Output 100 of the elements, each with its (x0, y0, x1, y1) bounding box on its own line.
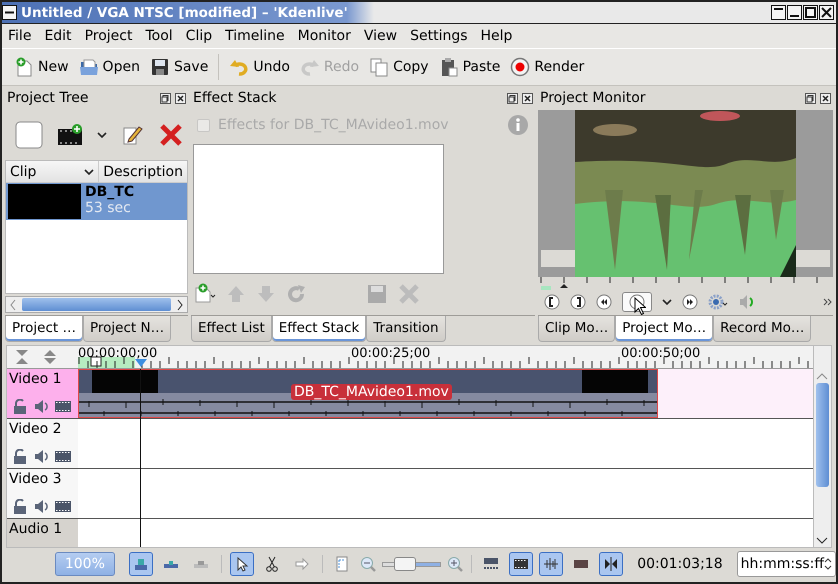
tool-button[interactable] (230, 552, 254, 576)
vertical-scrollbar[interactable] (813, 346, 831, 547)
film-strip-icon[interactable] (55, 398, 71, 414)
maximize-button[interactable] (803, 5, 818, 20)
toolbar-button[interactable]: Save (146, 54, 212, 80)
panel-tab[interactable]: Record Mo… (713, 316, 812, 342)
menu-item[interactable]: File (8, 28, 32, 44)
clip-duration: 53 sec (85, 200, 132, 216)
window-menu-button[interactable] (2, 5, 17, 20)
waveform-icon (543, 556, 560, 572)
track-header[interactable]: Video 1 (7, 369, 78, 418)
record-icon (510, 57, 530, 77)
close-button[interactable] (819, 5, 834, 20)
ruler-timecode: 00:00:00;00 (78, 346, 158, 361)
float-button[interactable] (507, 92, 518, 104)
ruler-timecode: 00:00:50;00 (621, 346, 700, 361)
menu-item[interactable]: Tool (145, 28, 173, 44)
copy-pages-icon (369, 57, 390, 77)
toolbar-button[interactable]: Render (506, 54, 588, 80)
spacer-arrow-icon (294, 556, 310, 572)
gear-icon[interactable] (708, 294, 728, 310)
caret-icon[interactable] (97, 131, 107, 139)
forward-icon[interactable] (682, 294, 698, 310)
menu-item[interactable]: Clip (186, 28, 212, 44)
spin-arrows-icon (824, 557, 832, 571)
timecode-format-spinbox[interactable]: hh:mm:ss:ff (736, 551, 836, 577)
menu-item[interactable]: Help (480, 28, 512, 44)
toolbar-button[interactable]: New (10, 54, 73, 80)
zoom-out-icon[interactable] (360, 556, 376, 572)
more-icon[interactable] (823, 297, 833, 307)
track-name: Video 2 (9, 421, 63, 437)
timeline-clip[interactable]: DB_TC_MAvideo1.mov (78, 369, 658, 418)
tool-button[interactable] (509, 552, 534, 576)
delete-icon[interactable] (159, 123, 183, 147)
lock-icon[interactable] (13, 448, 27, 464)
column-header[interactable]: Clip (6, 161, 100, 182)
close-button[interactable] (522, 92, 533, 104)
folder-icon (78, 57, 99, 77)
zoom-slider[interactable] (382, 557, 441, 571)
menu-item[interactable]: Timeline (225, 28, 285, 44)
track-header[interactable]: Audio 1 (7, 519, 78, 547)
panel-tab[interactable]: Project N… (82, 316, 172, 342)
clip-row[interactable]: DB_TC 53 sec (6, 183, 187, 220)
track-name: Video 3 (9, 471, 63, 487)
collapse-icon[interactable] (15, 349, 29, 365)
film-add-icon[interactable] (57, 123, 83, 147)
track-name: Audio 1 (9, 521, 64, 537)
panel-title: Project Monitor (540, 90, 647, 106)
panel-tab[interactable]: Effect List (191, 316, 272, 342)
timecode: 00:01:03;18 (637, 556, 723, 572)
menu-item[interactable]: View (364, 28, 398, 44)
shade-button[interactable] (771, 5, 786, 20)
add-effect-icon[interactable] (194, 283, 216, 305)
menu-item[interactable]: Monitor (298, 28, 351, 44)
close-button[interactable] (820, 92, 831, 104)
menu-item[interactable]: Settings (410, 28, 468, 44)
speaker-icon[interactable] (34, 498, 48, 514)
new-file-icon (14, 57, 34, 77)
toolbar-button[interactable]: Copy (365, 54, 433, 80)
minimize-button[interactable] (787, 5, 802, 20)
menu-item[interactable]: Edit (44, 28, 72, 44)
expand-icon[interactable] (43, 349, 57, 365)
menu-item[interactable]: Project (84, 28, 132, 44)
toolbar-button[interactable]: Undo (225, 54, 294, 80)
zoom-in-icon[interactable] (446, 556, 463, 572)
track-header[interactable]: Video 2 (7, 419, 78, 468)
zone-in-icon[interactable] (544, 294, 560, 310)
caret-icon[interactable] (662, 298, 672, 306)
panel-tab[interactable]: Transition (366, 316, 446, 342)
float-button[interactable] (160, 92, 171, 104)
horizontal-scrollbar[interactable] (5, 296, 188, 313)
blank-clip-icon[interactable] (15, 121, 43, 149)
film-strip-icon[interactable] (55, 448, 71, 464)
close-button[interactable] (175, 92, 186, 104)
toolbar-button[interactable]: Paste (434, 54, 504, 80)
float-button[interactable] (805, 92, 816, 104)
column-header[interactable]: Description (99, 161, 187, 182)
toolbar-button[interactable]: Open (74, 54, 144, 80)
film-strip-icon (483, 556, 500, 572)
speaker-icon[interactable] (34, 398, 48, 414)
tool-button[interactable] (539, 552, 564, 576)
rewind-icon[interactable] (596, 294, 612, 310)
window-title: Untitled / VGA NTSC [modified] – 'Kdenlive' (20, 4, 348, 20)
lock-icon[interactable] (13, 398, 27, 414)
playhead-marker[interactable] (135, 359, 147, 367)
speaker-icon[interactable] (34, 448, 48, 464)
film-strip-icon[interactable] (55, 498, 71, 514)
lock-icon[interactable] (13, 498, 27, 514)
zone-out-icon[interactable] (570, 294, 586, 310)
film-strip-icon (513, 556, 530, 572)
panel-tab[interactable]: Clip Mo… (538, 316, 616, 342)
track-name: Video 1 (9, 371, 63, 387)
panel-tab[interactable]: Effect Stack (272, 316, 366, 342)
panel-tab[interactable]: Project Mo… (615, 316, 714, 342)
panel-tab[interactable]: Project … (5, 316, 83, 342)
panel-title: Effect Stack (193, 90, 278, 106)
panel-title: Project Tree (7, 90, 90, 106)
track-header[interactable]: Video 3 (7, 469, 78, 518)
scissors-icon (264, 556, 280, 572)
tool-button[interactable] (599, 552, 624, 576)
